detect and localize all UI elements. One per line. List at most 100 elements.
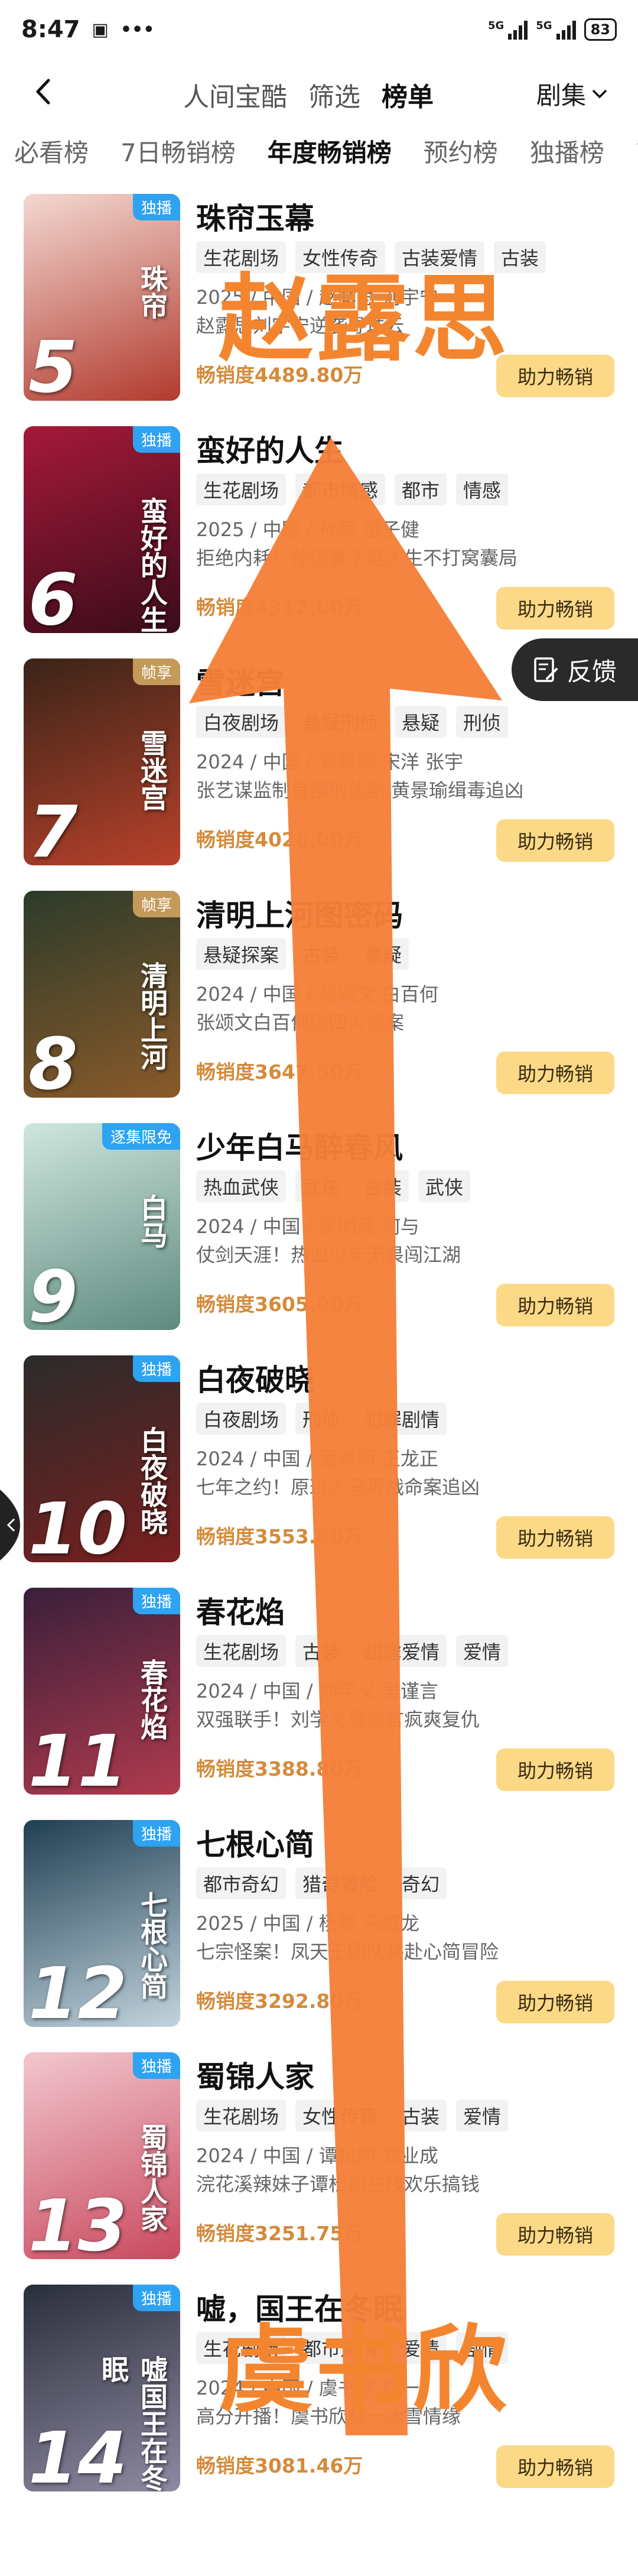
tag[interactable]: 都市奇幻 (196, 1867, 287, 1899)
tag[interactable]: 白夜剧场 (196, 706, 287, 738)
tag-list: 白夜剧场 悬疑刑侦 悬疑 刑侦 (196, 706, 509, 738)
list-item[interactable]: 春花焰 11 独播 春花焰 生花剧场 古装 甜虐爱情 爱情 2024 / 中国 … (0, 1582, 638, 1814)
poster-image[interactable]: 雪迷宫 7 帧享 (24, 658, 180, 865)
tag[interactable]: 生花剧场 (196, 2332, 287, 2364)
sub-tab-exclusive[interactable]: 独播榜 (530, 133, 604, 180)
boost-button[interactable]: 助力畅销 (496, 1516, 614, 1559)
rank-number: 6 (28, 559, 78, 633)
tag[interactable]: 白夜剧场 (196, 1403, 287, 1435)
status-badge: 独播 (132, 1355, 180, 1382)
tag[interactable]: 古装 (357, 1170, 409, 1202)
tag[interactable]: 古装 (395, 2100, 447, 2131)
list-item[interactable]: 白马 9 逐集限免 少年白马醉春风 热血武侠 武侠 古装 武侠 2024 / 中… (0, 1117, 638, 1349)
show-title[interactable]: 雪迷宫 (196, 660, 285, 702)
sub-tab-7day[interactable]: 7日畅销榜 (121, 133, 236, 180)
list-item[interactable]: 珠帘 5 独播 珠帘玉幕 生花剧场 女性传奇 古装爱情 古装 2025 / 中国… (0, 188, 638, 420)
sub-tab-must-watch[interactable]: 必看榜 (14, 133, 89, 180)
tag[interactable]: 爱情 (456, 1635, 509, 1667)
list-item[interactable]: 蜀锦人家 13 独播 蜀锦人家 生花剧场 女性传奇 古装 爱情 2024 / 中… (0, 2046, 638, 2279)
boost-button[interactable]: 助力畅销 (496, 2445, 614, 2488)
boost-button[interactable]: 助力畅销 (496, 355, 614, 397)
show-description: 赵露思刘宇宁逆袭寻珠云 (196, 314, 405, 337)
tag[interactable]: 女性传奇 (295, 241, 386, 273)
poster-image[interactable]: 七根心简 12 独播 (24, 1820, 180, 2027)
show-title[interactable]: 蛮好的人生 (196, 427, 344, 470)
status-badge: 独播 (132, 2052, 180, 2079)
list-item[interactable]: 蛮好的人生 6 独播 蛮好的人生 生花剧场 都市情感 都市 情感 2025 / … (0, 420, 638, 653)
tag[interactable]: 生花剧场 (196, 2100, 287, 2131)
tag[interactable]: 奇幻 (395, 1867, 447, 1899)
tag[interactable]: 武侠 (295, 1170, 348, 1202)
tag[interactable]: 女性传奇 (295, 2100, 386, 2131)
feedback-button[interactable]: 反馈 (512, 638, 638, 701)
tag[interactable]: 热血武侠 (196, 1170, 287, 1202)
sub-tab-annual[interactable]: 年度畅销榜 (268, 133, 392, 180)
show-meta: 2024 / 中国 / 侯明昊 何与 (196, 1215, 419, 1238)
tag[interactable]: 古装 (494, 241, 546, 273)
category-dropdown[interactable]: 剧集 (536, 76, 608, 112)
tag[interactable]: 猎奇冒险 (295, 1867, 386, 1899)
tag[interactable]: 生花剧场 (196, 473, 287, 505)
sales-score: 畅销度4026.00万 (196, 828, 363, 851)
show-title[interactable]: 嘘，国王在冬眠 (196, 2286, 403, 2328)
tag[interactable]: 爱情 (395, 2332, 447, 2364)
tag[interactable]: 都市爱情 (295, 2332, 386, 2364)
rank-number: 10 (28, 1488, 127, 1562)
tab-filter[interactable]: 筛选 (308, 76, 360, 113)
tag[interactable]: 古装 (295, 1635, 348, 1667)
boost-button[interactable]: 助力畅销 (496, 1052, 614, 1094)
show-title[interactable]: 少年白马醉春风 (196, 1124, 403, 1167)
tag[interactable]: 悬疑刑侦 (295, 706, 386, 738)
tag[interactable]: 爱情 (456, 2100, 509, 2131)
tab-ranking[interactable]: 榜单 (382, 76, 434, 113)
show-title[interactable]: 蜀锦人家 (196, 2053, 314, 2096)
tag[interactable]: 刑侦 (295, 1403, 348, 1435)
show-title[interactable]: 清明上河图密码 (196, 892, 403, 935)
boost-button[interactable]: 助力畅销 (496, 819, 614, 862)
tag[interactable]: 都市情感 (295, 473, 386, 505)
tag[interactable]: 情感 (456, 473, 509, 505)
tag[interactable]: 悬疑探案 (196, 938, 287, 970)
back-button[interactable] (30, 77, 59, 106)
edge-back-icon[interactable] (0, 1490, 20, 1560)
tag[interactable]: 刑侦 (456, 706, 509, 738)
poster-image[interactable]: 嘘国王在冬眠 14 独播 (24, 2285, 180, 2491)
show-meta: 2024 / 中国 / 黄景瑜 宋洋 张宇 (196, 751, 464, 773)
tag[interactable]: 悬疑 (395, 706, 447, 738)
list-item[interactable]: 白夜破晓 10 独播 白夜破晓 白夜剧场 刑侦 犯罪剧情 2024 / 中国 /… (0, 1349, 638, 1582)
boost-button[interactable]: 助力畅销 (496, 1284, 614, 1326)
tab-renjian[interactable]: 人间宝酷 (183, 76, 287, 113)
show-meta: 2025 / 中国 / 杨幂 宋威龙 (196, 1912, 419, 1935)
poster-image[interactable]: 蜀锦人家 13 独播 (24, 2052, 180, 2259)
boost-button[interactable]: 助力畅销 (496, 2213, 614, 2256)
header-tabs: 人间宝酷 筛选 榜单 (183, 76, 434, 113)
tag[interactable]: 剧情 (456, 2332, 509, 2364)
list-item[interactable]: 嘘国王在冬眠 14 独播 嘘，国王在冬眠 生花剧场 都市爱情 爱情 剧情 202… (0, 2279, 638, 2511)
poster-image[interactable]: 珠帘 5 独播 (24, 194, 180, 401)
list-item[interactable]: 七根心简 12 独播 七根心简 都市奇幻 猎奇冒险 奇幻 2025 / 中国 /… (0, 1814, 638, 2046)
sub-tab-reservation[interactable]: 预约榜 (424, 133, 498, 180)
poster-image[interactable]: 白马 9 逐集限免 (24, 1123, 180, 1330)
poster-image[interactable]: 清明上河 8 帧享 (24, 891, 180, 1098)
boost-button[interactable]: 助力畅销 (496, 1981, 614, 2023)
tag[interactable]: 悬疑 (357, 938, 409, 970)
tag[interactable]: 武侠 (418, 1170, 471, 1202)
show-title[interactable]: 七根心简 (196, 1821, 314, 1864)
poster-image[interactable]: 春花焰 11 独播 (24, 1588, 180, 1795)
tag[interactable]: 古装 (295, 938, 348, 970)
tag[interactable]: 甜虐爱情 (357, 1635, 447, 1667)
tag[interactable]: 古装爱情 (395, 241, 485, 273)
list-item[interactable]: 清明上河 8 帧享 清明上河图密码 悬疑探案 古装 悬疑 2024 / 中国 /… (0, 885, 638, 1117)
show-title[interactable]: 春花焰 (196, 1589, 285, 1631)
poster-image[interactable]: 白夜破晓 10 独播 (24, 1355, 180, 1562)
boost-button[interactable]: 助力畅销 (496, 587, 614, 630)
tag[interactable]: 生花剧场 (196, 241, 287, 273)
tag[interactable]: 都市 (395, 473, 447, 505)
show-title[interactable]: 珠帘玉幕 (196, 195, 314, 238)
tag[interactable]: 生花剧场 (196, 1635, 287, 1667)
boost-button[interactable]: 助力畅销 (496, 1748, 614, 1791)
show-title[interactable]: 白夜破晓 (196, 1357, 314, 1399)
show-meta: 2024 / 中国 / 虞书欣 林一 (196, 2377, 419, 2399)
tag[interactable]: 犯罪剧情 (357, 1403, 447, 1435)
poster-image[interactable]: 蛮好的人生 6 独播 (24, 426, 180, 633)
